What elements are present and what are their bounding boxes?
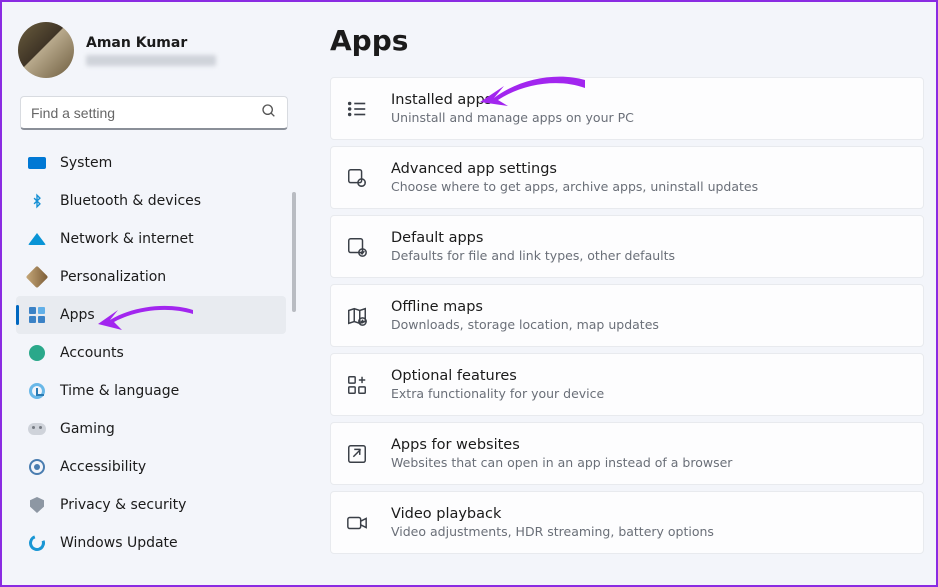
avatar <box>18 22 74 78</box>
card-title: Offline maps <box>391 299 659 315</box>
accounts-icon <box>28 344 46 362</box>
sidebar-item-label: Bluetooth & devices <box>60 193 201 209</box>
card-offline-maps[interactable]: Offline maps Downloads, storage location… <box>330 284 924 347</box>
profile-block[interactable]: Aman Kumar <box>16 16 292 92</box>
card-desc: Extra functionality for your device <box>391 386 604 401</box>
accessibility-icon <box>28 458 46 476</box>
sidebar-item-label: Privacy & security <box>60 497 186 513</box>
sidebar-item-system[interactable]: System <box>16 144 286 182</box>
sidebar-item-time[interactable]: Time & language <box>16 372 286 410</box>
card-installed-apps[interactable]: Installed apps Uninstall and manage apps… <box>330 77 924 140</box>
search-box[interactable] <box>20 96 288 130</box>
user-email-redacted <box>86 55 216 66</box>
sidebar-item-bluetooth[interactable]: Bluetooth & devices <box>16 182 286 220</box>
user-name: Aman Kumar <box>86 35 216 51</box>
wifi-icon <box>28 230 46 248</box>
search-icon <box>261 103 277 123</box>
shield-icon <box>28 496 46 514</box>
card-title: Apps for websites <box>391 437 732 453</box>
card-default-apps[interactable]: Default apps Defaults for file and link … <box>330 215 924 278</box>
settings-cards: Installed apps Uninstall and manage apps… <box>330 77 924 554</box>
app-gear-icon <box>345 166 369 190</box>
sidebar-item-label: Gaming <box>60 421 115 437</box>
card-desc: Uninstall and manage apps on your PC <box>391 110 634 125</box>
bluetooth-icon <box>28 192 46 210</box>
card-title: Default apps <box>391 230 675 246</box>
card-desc: Websites that can open in an app instead… <box>391 455 732 470</box>
card-title: Installed apps <box>391 92 634 108</box>
page-title: Apps <box>330 24 924 57</box>
card-desc: Downloads, storage location, map updates <box>391 317 659 332</box>
sidebar-item-gaming[interactable]: Gaming <box>16 410 286 448</box>
sidebar-item-accessibility[interactable]: Accessibility <box>16 448 286 486</box>
card-desc: Video adjustments, HDR streaming, batter… <box>391 524 714 539</box>
search-input[interactable] <box>31 105 261 121</box>
sidebar-item-label: Windows Update <box>60 535 178 551</box>
default-apps-icon <box>345 235 369 259</box>
sidebar-item-label: System <box>60 155 112 171</box>
card-title: Optional features <box>391 368 604 384</box>
clock-icon <box>28 382 46 400</box>
sidebar-item-accounts[interactable]: Accounts <box>16 334 286 372</box>
map-icon <box>345 304 369 328</box>
card-title: Video playback <box>391 506 714 522</box>
sidebar-item-apps[interactable]: Apps <box>16 296 286 334</box>
sidebar-item-personalization[interactable]: Personalization <box>16 258 286 296</box>
sidebar-item-label: Accessibility <box>60 459 146 475</box>
nav-list: System Bluetooth & devices Network & int… <box>16 144 292 562</box>
card-desc: Choose where to get apps, archive apps, … <box>391 179 758 194</box>
main-content: Apps Installed apps Uninstall and manage… <box>302 2 936 585</box>
sidebar-item-label: Personalization <box>60 269 166 285</box>
sidebar-item-label: Apps <box>60 307 95 323</box>
card-apps-for-websites[interactable]: Apps for websites Websites that can open… <box>330 422 924 485</box>
brush-icon <box>28 268 46 286</box>
apps-icon <box>28 306 46 324</box>
card-optional-features[interactable]: Optional features Extra functionality fo… <box>330 353 924 416</box>
video-icon <box>345 511 369 535</box>
sidebar-scrollbar[interactable] <box>292 152 296 573</box>
card-video-playback[interactable]: Video playback Video adjustments, HDR st… <box>330 491 924 554</box>
sidebar-item-label: Time & language <box>60 383 179 399</box>
card-title: Advanced app settings <box>391 161 758 177</box>
sidebar-item-privacy[interactable]: Privacy & security <box>16 486 286 524</box>
card-desc: Defaults for file and link types, other … <box>391 248 675 263</box>
sidebar-item-label: Network & internet <box>60 231 194 247</box>
link-app-icon <box>345 442 369 466</box>
features-plus-icon <box>345 373 369 397</box>
sidebar-item-update[interactable]: Windows Update <box>16 524 286 562</box>
update-icon <box>28 534 46 552</box>
sidebar-item-label: Accounts <box>60 345 124 361</box>
system-icon <box>28 154 46 172</box>
list-icon <box>345 97 369 121</box>
sidebar-item-network[interactable]: Network & internet <box>16 220 286 258</box>
sidebar: Aman Kumar System Bluetooth & devices <box>2 2 302 585</box>
sidebar-scrollbar-thumb[interactable] <box>292 192 296 312</box>
card-advanced-app-settings[interactable]: Advanced app settings Choose where to ge… <box>330 146 924 209</box>
gamepad-icon <box>28 420 46 438</box>
